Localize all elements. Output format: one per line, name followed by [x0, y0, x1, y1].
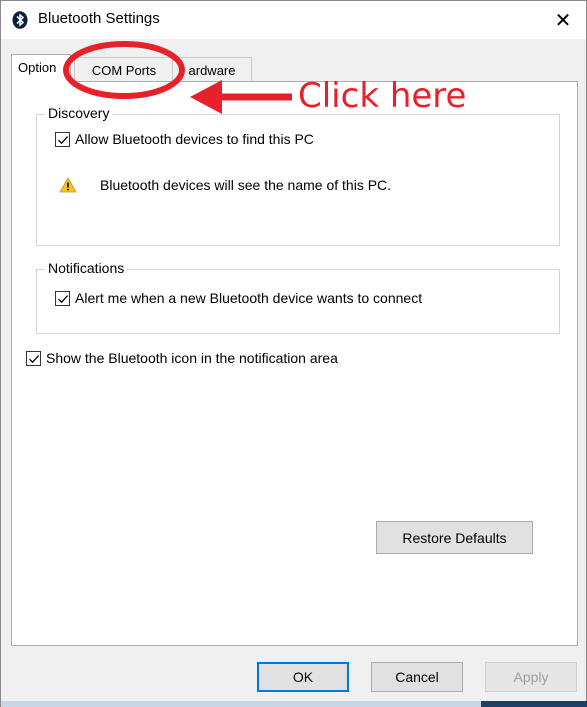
annotation-text: Click here	[298, 76, 467, 116]
close-icon: ✕	[554, 9, 572, 32]
notifications-group: Notifications Alert me when a new Blueto…	[36, 260, 560, 334]
title-bar: Bluetooth Settings ✕	[1, 1, 586, 39]
discovery-warning-text: Bluetooth devices will see the name of t…	[100, 177, 392, 193]
taskbar-strip	[1, 701, 587, 707]
close-button[interactable]: ✕	[540, 1, 586, 39]
apply-button[interactable]: Apply	[485, 662, 577, 692]
tab-hardware[interactable]: ardware	[172, 57, 252, 82]
allow-discovery-label: Allow Bluetooth devices to find this PC	[75, 131, 314, 147]
restore-defaults-button[interactable]: Restore Defaults	[376, 521, 533, 554]
discovery-group-label: Discovery	[45, 105, 113, 121]
notifications-group-label: Notifications	[45, 260, 128, 276]
tab-options[interactable]: Option	[11, 54, 71, 82]
bluetooth-settings-window: Bluetooth Settings ✕ Option COM Ports ar…	[0, 0, 587, 707]
bluetooth-icon	[12, 11, 28, 29]
discovery-group: Discovery Allow Bluetooth devices to fin…	[36, 105, 560, 246]
alert-new-device-checkbox[interactable]	[55, 290, 70, 306]
show-icon-label: Show the Bluetooth icon in the notificat…	[46, 350, 338, 366]
ok-button[interactable]: OK	[257, 662, 349, 692]
show-icon-checkbox-row[interactable]: Show the Bluetooth icon in the notificat…	[26, 350, 338, 366]
alert-new-device-label: Alert me when a new Bluetooth device wan…	[75, 290, 423, 306]
window-title: Bluetooth Settings	[38, 10, 160, 27]
allow-discovery-checkbox[interactable]	[55, 131, 70, 147]
alert-new-device-checkbox-row[interactable]: Alert me when a new Bluetooth device wan…	[55, 290, 422, 306]
allow-discovery-checkbox-row[interactable]: Allow Bluetooth devices to find this PC	[55, 131, 314, 147]
discovery-warning: Bluetooth devices will see the name of t…	[59, 177, 391, 193]
options-tab-panel: Discovery Allow Bluetooth devices to fin…	[11, 81, 578, 646]
tab-com-ports[interactable]: COM Ports	[74, 57, 174, 82]
warning-icon	[59, 177, 77, 193]
cancel-button[interactable]: Cancel	[371, 662, 463, 692]
show-icon-checkbox[interactable]	[26, 350, 41, 366]
